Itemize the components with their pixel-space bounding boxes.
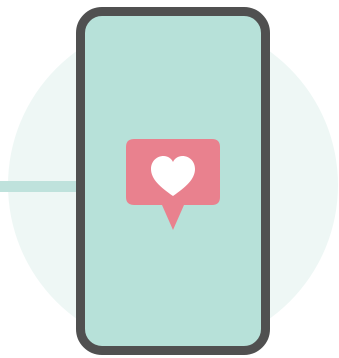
illustration-canvas [0,0,339,358]
like-notification-bubble [126,139,220,231]
accent-line [0,181,78,192]
like-notification-graphic [126,139,220,230]
